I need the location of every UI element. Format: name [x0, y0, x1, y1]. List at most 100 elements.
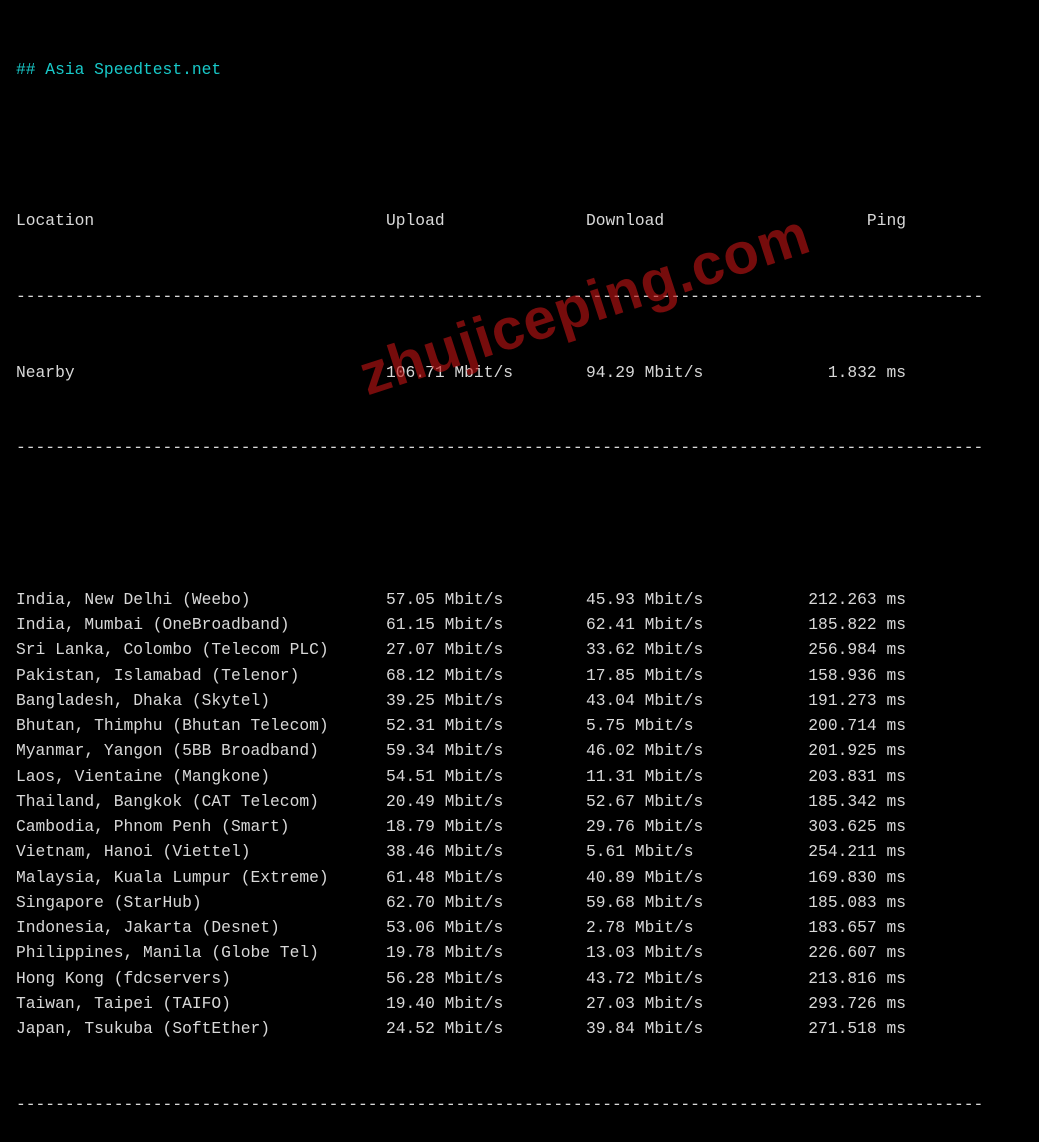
table-row: Hong Kong (fdcservers)56.28 Mbit/s43.72 … [16, 966, 1029, 991]
cell-download: 62.41 Mbit/s [586, 612, 796, 637]
cell-ping: 203.831 ms [796, 764, 906, 789]
cell-ping: 1.832 ms [796, 360, 906, 385]
cell-download: 43.72 Mbit/s [586, 966, 796, 991]
table-row: Philippines, Manila (Globe Tel)19.78 Mbi… [16, 940, 1029, 965]
cell-ping: 185.342 ms [796, 789, 906, 814]
cell-location: Singapore (StarHub) [16, 890, 386, 915]
cell-ping: 293.726 ms [796, 991, 906, 1016]
cell-upload: 59.34 Mbit/s [386, 738, 586, 763]
blank-line [16, 132, 1029, 157]
table-row: Vietnam, Hanoi (Viettel)38.46 Mbit/s5.61… [16, 839, 1029, 864]
divider-line: ----------------------------------------… [16, 284, 1029, 309]
cell-download: 45.93 Mbit/s [586, 587, 796, 612]
table-row: Taiwan, Taipei (TAIFO)19.40 Mbit/s27.03 … [16, 991, 1029, 1016]
cell-location: Myanmar, Yangon (5BB Broadband) [16, 738, 386, 763]
cell-upload: 61.48 Mbit/s [386, 865, 586, 890]
cell-ping: 226.607 ms [796, 940, 906, 965]
table-row: Sri Lanka, Colombo (Telecom PLC)27.07 Mb… [16, 637, 1029, 662]
cell-download: 43.04 Mbit/s [586, 688, 796, 713]
table-row: Japan, Tsukuba (SoftEther)24.52 Mbit/s39… [16, 1016, 1029, 1041]
cell-upload: 52.31 Mbit/s [386, 713, 586, 738]
table-row: Laos, Vientaine (Mangkone)54.51 Mbit/s11… [16, 764, 1029, 789]
blank-line [16, 511, 1029, 536]
cell-ping: 213.816 ms [796, 966, 906, 991]
cell-upload: 38.46 Mbit/s [386, 839, 586, 864]
cell-download: 59.68 Mbit/s [586, 890, 796, 915]
terminal-output: ## Asia Speedtest.net LocationUploadDown… [0, 0, 1039, 1142]
cell-download: 94.29 Mbit/s [586, 360, 796, 385]
column-headers: LocationUploadDownloadPing [16, 208, 1029, 233]
col-location: Location [16, 208, 386, 233]
cell-upload: 106.71 Mbit/s [386, 360, 586, 385]
cell-upload: 68.12 Mbit/s [386, 663, 586, 688]
divider-line: ----------------------------------------… [16, 435, 1029, 460]
cell-ping: 212.263 ms [796, 587, 906, 612]
cell-upload: 53.06 Mbit/s [386, 915, 586, 940]
cell-location: Pakistan, Islamabad (Telenor) [16, 663, 386, 688]
cell-download: 13.03 Mbit/s [586, 940, 796, 965]
cell-upload: 62.70 Mbit/s [386, 890, 586, 915]
cell-download: 52.67 Mbit/s [586, 789, 796, 814]
cell-download: 5.61 Mbit/s [586, 839, 796, 864]
table-row: Indonesia, Jakarta (Desnet)53.06 Mbit/s2… [16, 915, 1029, 940]
cell-ping: 169.830 ms [796, 865, 906, 890]
cell-location: Bangladesh, Dhaka (Skytel) [16, 688, 386, 713]
cell-location: Bhutan, Thimphu (Bhutan Telecom) [16, 713, 386, 738]
cell-ping: 183.657 ms [796, 915, 906, 940]
table-row: Myanmar, Yangon (5BB Broadband)59.34 Mbi… [16, 738, 1029, 763]
divider-line: ----------------------------------------… [16, 1092, 1029, 1117]
cell-location: Hong Kong (fdcservers) [16, 966, 386, 991]
table-row: Bangladesh, Dhaka (Skytel)39.25 Mbit/s43… [16, 688, 1029, 713]
cell-location: Malaysia, Kuala Lumpur (Extreme) [16, 865, 386, 890]
cell-upload: 54.51 Mbit/s [386, 764, 586, 789]
cell-download: 39.84 Mbit/s [586, 1016, 796, 1041]
cell-location: Indonesia, Jakarta (Desnet) [16, 915, 386, 940]
cell-upload: 20.49 Mbit/s [386, 789, 586, 814]
cell-download: 2.78 Mbit/s [586, 915, 796, 940]
table-row: Singapore (StarHub)62.70 Mbit/s59.68 Mbi… [16, 890, 1029, 915]
cell-ping: 185.083 ms [796, 890, 906, 915]
cell-location: Laos, Vientaine (Mangkone) [16, 764, 386, 789]
cell-location: Vietnam, Hanoi (Viettel) [16, 839, 386, 864]
cell-download: 46.02 Mbit/s [586, 738, 796, 763]
cell-upload: 18.79 Mbit/s [386, 814, 586, 839]
cell-upload: 39.25 Mbit/s [386, 688, 586, 713]
table-row: Pakistan, Islamabad (Telenor)68.12 Mbit/… [16, 663, 1029, 688]
cell-ping: 201.925 ms [796, 738, 906, 763]
cell-ping: 191.273 ms [796, 688, 906, 713]
col-ping: Ping [796, 208, 906, 233]
cell-download: 33.62 Mbit/s [586, 637, 796, 662]
cell-ping: 256.984 ms [796, 637, 906, 662]
cell-download: 29.76 Mbit/s [586, 814, 796, 839]
cell-location: Philippines, Manila (Globe Tel) [16, 940, 386, 965]
cell-location: Nearby [16, 360, 386, 385]
cell-download: 40.89 Mbit/s [586, 865, 796, 890]
section-header: ## Asia Speedtest.net [16, 57, 1029, 82]
cell-ping: 200.714 ms [796, 713, 906, 738]
cell-location: Japan, Tsukuba (SoftEther) [16, 1016, 386, 1041]
cell-upload: 19.78 Mbit/s [386, 940, 586, 965]
cell-location: Sri Lanka, Colombo (Telecom PLC) [16, 637, 386, 662]
nearby-row: Nearby106.71 Mbit/s94.29 Mbit/s1.832 ms [16, 360, 1029, 385]
cell-ping: 303.625 ms [796, 814, 906, 839]
cell-upload: 61.15 Mbit/s [386, 612, 586, 637]
col-upload: Upload [386, 208, 586, 233]
table-row: India, Mumbai (OneBroadband)61.15 Mbit/s… [16, 612, 1029, 637]
cell-location: Thailand, Bangkok (CAT Telecom) [16, 789, 386, 814]
cell-download: 5.75 Mbit/s [586, 713, 796, 738]
cell-upload: 19.40 Mbit/s [386, 991, 586, 1016]
col-download: Download [586, 208, 796, 233]
cell-location: India, Mumbai (OneBroadband) [16, 612, 386, 637]
table-row: Thailand, Bangkok (CAT Telecom)20.49 Mbi… [16, 789, 1029, 814]
table-row: Malaysia, Kuala Lumpur (Extreme)61.48 Mb… [16, 865, 1029, 890]
cell-upload: 24.52 Mbit/s [386, 1016, 586, 1041]
cell-download: 11.31 Mbit/s [586, 764, 796, 789]
cell-ping: 271.518 ms [796, 1016, 906, 1041]
cell-ping: 185.822 ms [796, 612, 906, 637]
cell-ping: 254.211 ms [796, 839, 906, 864]
table-row: India, New Delhi (Weebo)57.05 Mbit/s45.9… [16, 587, 1029, 612]
cell-location: India, New Delhi (Weebo) [16, 587, 386, 612]
cell-location: Cambodia, Phnom Penh (Smart) [16, 814, 386, 839]
cell-upload: 56.28 Mbit/s [386, 966, 586, 991]
cell-download: 17.85 Mbit/s [586, 663, 796, 688]
